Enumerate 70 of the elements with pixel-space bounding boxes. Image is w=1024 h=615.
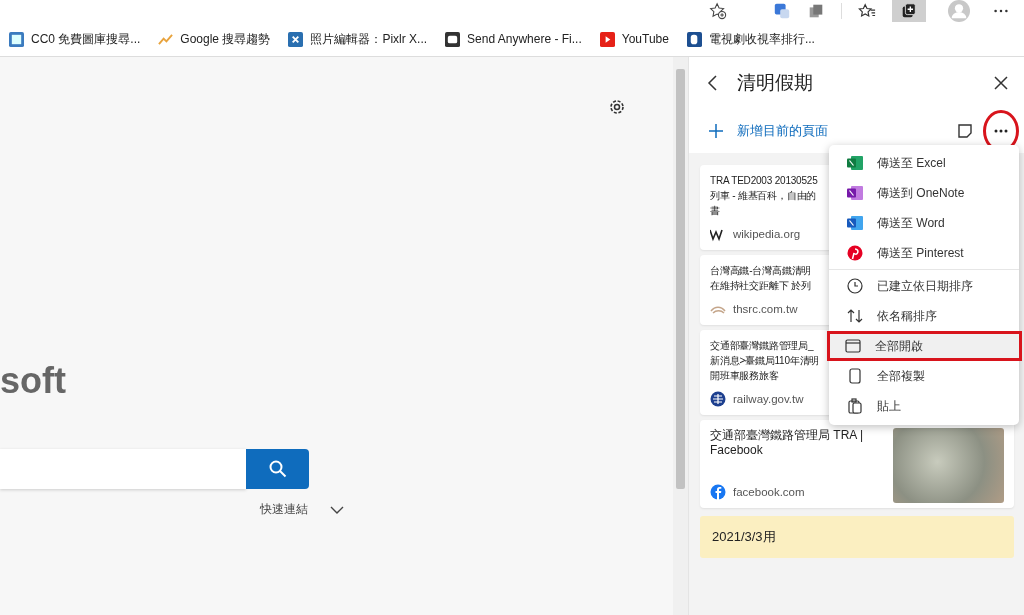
- site-icon: [9, 31, 24, 47]
- sticky-note[interactable]: 2021/3/3用: [700, 516, 1014, 558]
- collection-title: 清明假期: [737, 71, 814, 95]
- back-icon[interactable]: [707, 75, 719, 91]
- tabs-icon[interactable]: [807, 2, 825, 20]
- scrollbar-thumb[interactable]: [676, 69, 685, 489]
- site-domain: wikipedia.org: [733, 228, 801, 240]
- menu-item-icon: [847, 185, 863, 201]
- site-icon: [710, 484, 726, 500]
- menu-item-icon: [845, 338, 861, 354]
- bookmark-link[interactable]: Send Anywhere - Fi...: [445, 31, 582, 47]
- card-title-line: 台灣高鐵-台灣高鐵清明: [710, 264, 812, 278]
- menu-item-icon: [847, 368, 863, 384]
- card-title-line: 開班車服務旅客: [710, 369, 779, 383]
- search-field[interactable]: [0, 449, 246, 489]
- add-page-button[interactable]: 新增目前的頁面: [709, 122, 947, 140]
- card-title-line: 書: [710, 204, 720, 218]
- bookmark-link[interactable]: YouTube: [599, 31, 669, 47]
- collections-button[interactable]: [892, 0, 926, 22]
- quick-links-label[interactable]: 快速連結: [260, 501, 308, 518]
- card-title-line: TRA TED2003 20130525: [710, 174, 818, 188]
- menu-item[interactable]: 傳送至 Word: [829, 208, 1019, 238]
- card-title-line: Facebook: [710, 443, 763, 458]
- favorites-icon[interactable]: [858, 2, 876, 20]
- search-icon: [267, 459, 288, 479]
- menu-item-icon: [847, 245, 863, 261]
- chevron-down-icon[interactable]: [330, 504, 344, 515]
- close-icon[interactable]: [994, 76, 1008, 90]
- bookmark-link[interactable]: CC0 免費圖庫搜尋...: [9, 30, 141, 48]
- menu-item[interactable]: 傳送至 Pinterest: [829, 238, 1019, 268]
- menu-item[interactable]: 全部複製: [829, 361, 1019, 391]
- settings-icon[interactable]: [607, 97, 627, 117]
- site-domain: facebook.com: [733, 486, 805, 498]
- card-title-line: 交通部臺灣鐵路管理局 TRA |: [710, 428, 864, 443]
- bookmark-link[interactable]: Google 搜尋趨勢: [158, 30, 271, 48]
- more-icon: [994, 129, 1008, 133]
- menu-item-icon: [847, 155, 863, 171]
- menu-item-icon: [847, 308, 863, 324]
- site-icon: [288, 31, 304, 47]
- menu-item[interactable]: 貼上: [829, 391, 1019, 421]
- collections-icon: [900, 2, 918, 20]
- site-icon: [158, 31, 174, 47]
- card-title-line: 交通部臺灣鐵路管理局_: [710, 339, 814, 353]
- menu-item-icon: [847, 278, 863, 294]
- plus-icon: [709, 124, 723, 138]
- translate-icon[interactable]: [773, 2, 791, 20]
- card-title-line: 列車 - 維基百科，自由的: [710, 189, 817, 203]
- bookmark-link[interactable]: 電視劇收視率排行...: [686, 30, 815, 48]
- menu-item-icon: [847, 398, 863, 414]
- site-icon: [686, 31, 702, 47]
- add-favorite-icon[interactable]: [709, 2, 727, 20]
- note-icon[interactable]: [957, 123, 973, 139]
- menu-item-icon: [847, 215, 863, 231]
- menu-item[interactable]: 依名稱排序: [829, 301, 1019, 331]
- menu-item[interactable]: 傳送至 Excel: [829, 148, 1019, 178]
- site-domain: railway.gov.tw: [733, 393, 804, 405]
- card-title-line: 在維持社交距離下 於列: [710, 279, 811, 293]
- search-button[interactable]: [246, 449, 309, 489]
- collection-card[interactable]: 交通部臺灣鐵路管理局 TRA | Facebook facebook.com: [700, 420, 1014, 508]
- menu-item[interactable]: 已建立依日期排序: [829, 271, 1019, 301]
- menu-item[interactable]: 全部開啟: [827, 331, 1022, 361]
- site-icon: [445, 31, 461, 47]
- logo-text: soft: [0, 359, 66, 403]
- site-icon: [710, 391, 726, 407]
- card-title-line: 新消息>臺鐵局110年清明: [710, 354, 820, 368]
- bookmark-link[interactable]: 照片編輯器：Pixlr X...: [288, 30, 428, 48]
- site-icon: [599, 31, 615, 47]
- note-text: 2021/3/3用: [712, 529, 776, 544]
- site-domain: thsrc.com.tw: [733, 303, 798, 315]
- menu-item[interactable]: 傳送到 OneNote: [829, 178, 1019, 208]
